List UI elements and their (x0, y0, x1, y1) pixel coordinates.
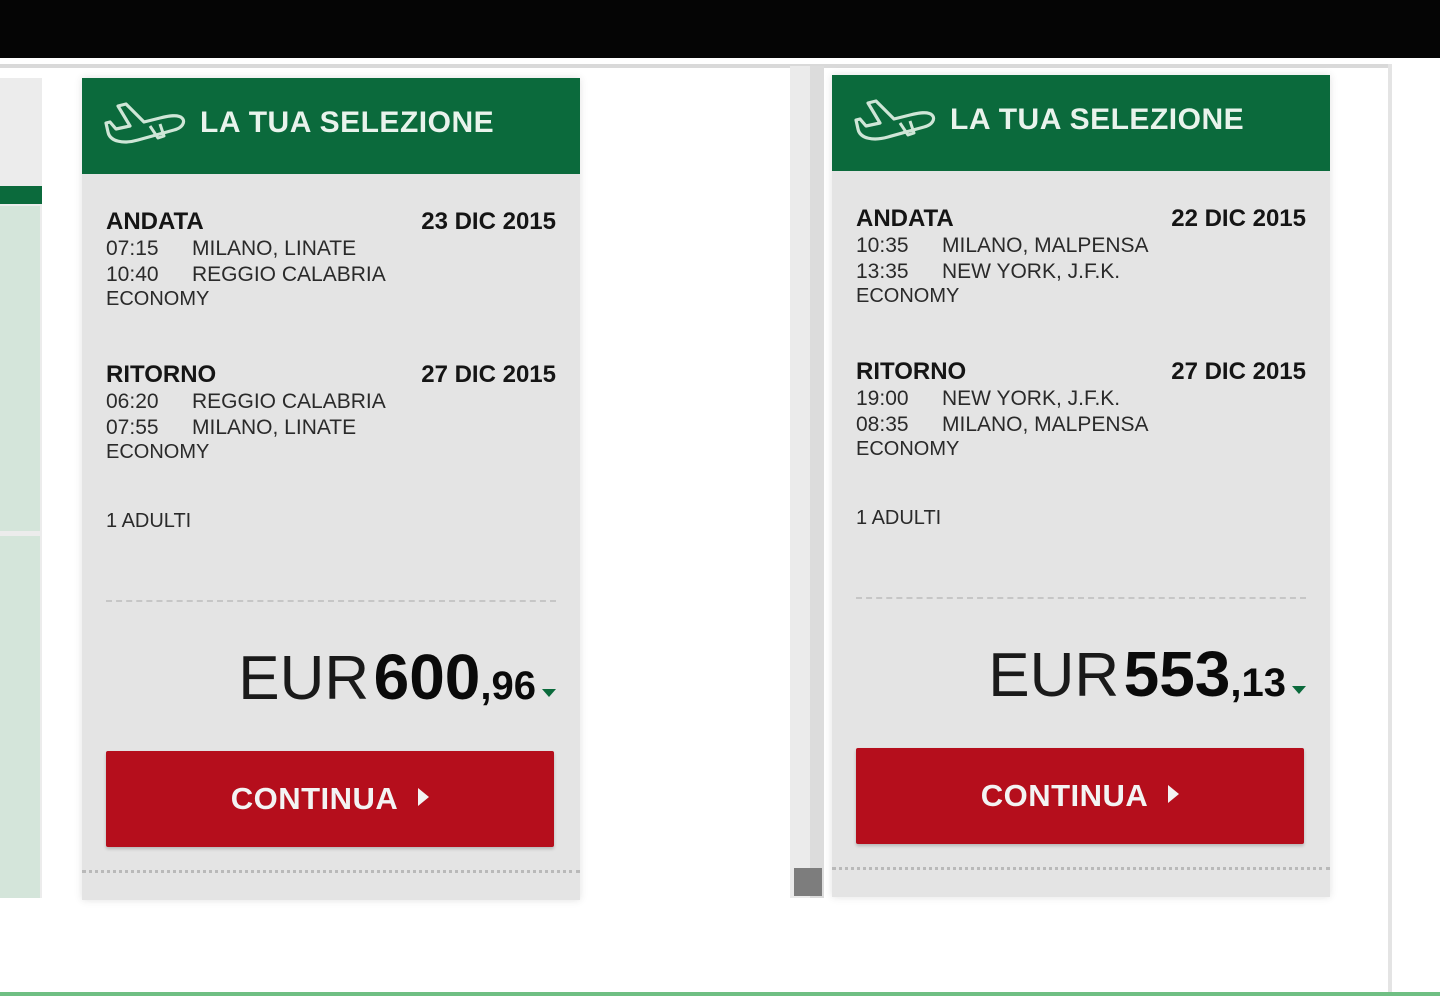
plane-icon (854, 99, 936, 141)
arrival-city: REGGIO CALABRIA (192, 263, 386, 286)
departure-time: 10:35 (856, 234, 909, 257)
total-price[interactable]: EUR 553,13 (988, 637, 1306, 711)
segment-date: 27 DIC 2015 (421, 361, 556, 388)
top-black-bar (0, 0, 1440, 58)
departure-time: 07:15 (106, 237, 159, 260)
continue-button[interactable]: CONTINUA (106, 751, 554, 847)
arrival-row: 08:35 MILANO, MALPENSA (856, 412, 1306, 438)
cabin-class: ECONOMY (856, 285, 960, 307)
left-panel-section (0, 206, 40, 531)
segment-date: 27 DIC 2015 (1171, 358, 1306, 385)
arrival-time: 08:35 (856, 413, 909, 436)
bottom-accent-line (0, 992, 1440, 996)
divider (832, 867, 1330, 870)
outbound-segment: ANDATA 23 DIC 2015 07:15 MILANO, LINATE … (106, 208, 556, 312)
divider (856, 597, 1306, 599)
continue-button-label: CONTINUA (230, 781, 399, 816)
return-segment: RITORNO 27 DIC 2015 06:20 REGGIO CALABRI… (106, 361, 556, 465)
divider (82, 870, 580, 873)
departure-row: 10:35 MILANO, MALPENSA (856, 233, 1306, 259)
cabin-class: ECONOMY (856, 438, 960, 460)
cabin-class: ECONOMY (106, 441, 210, 463)
price-currency: EUR (238, 644, 370, 713)
segment-label: RITORNO (856, 358, 967, 385)
price-decimal: ,96 (480, 664, 536, 708)
segment-date: 22 DIC 2015 (1171, 205, 1306, 232)
top-divider (0, 64, 1392, 68)
departure-row: 19:00 NEW YORK, J.F.K. (856, 386, 1306, 412)
departure-city: REGGIO CALABRIA (192, 390, 386, 413)
arrival-row: 07:55 MILANO, LINATE (106, 415, 556, 441)
right-divider (1388, 64, 1392, 994)
card-header: LA TUA SELEZIONE (82, 78, 580, 174)
selection-card: LA TUA SELEZIONE ANDATA 23 DIC 2015 07:1… (82, 78, 580, 900)
passenger-count: 1 ADULTI (856, 507, 942, 529)
departure-row: 07:15 MILANO, LINATE (106, 236, 556, 262)
arrow-right-icon (1168, 785, 1180, 803)
departure-time: 06:20 (106, 390, 159, 413)
selection-card: LA TUA SELEZIONE ANDATA 22 DIC 2015 10:3… (832, 75, 1330, 897)
arrival-row: 13:35 NEW YORK, J.F.K. (856, 259, 1306, 285)
arrival-time: 10:40 (106, 263, 159, 286)
continue-button[interactable]: CONTINUA (856, 748, 1304, 844)
left-panel-section (0, 536, 40, 898)
card-title: LA TUA SELEZIONE (950, 103, 1245, 136)
segment-label: ANDATA (106, 208, 204, 235)
arrival-time: 07:55 (106, 416, 159, 439)
price-currency: EUR (988, 641, 1120, 710)
segment-label: ANDATA (856, 205, 954, 232)
scroll-track[interactable] (790, 66, 824, 898)
chevron-down-icon[interactable] (542, 689, 556, 697)
left-panel-green-band (0, 186, 42, 204)
return-segment: RITORNO 27 DIC 2015 19:00 NEW YORK, J.F.… (856, 358, 1306, 462)
plane-icon (104, 102, 186, 144)
arrow-right-icon (418, 788, 430, 806)
passenger-count: 1 ADULTI (106, 510, 192, 532)
departure-city: MILANO, LINATE (192, 237, 357, 260)
departure-time: 19:00 (856, 387, 909, 410)
continue-button-label: CONTINUA (980, 778, 1149, 813)
segment-date: 23 DIC 2015 (421, 208, 556, 235)
card-title: LA TUA SELEZIONE (200, 106, 495, 139)
price-decimal: ,13 (1230, 661, 1286, 705)
left-cropped-panel (0, 78, 42, 898)
scrollbar-thumb[interactable] (794, 868, 822, 896)
card-header: LA TUA SELEZIONE (832, 75, 1330, 171)
departure-city: NEW YORK, J.F.K. (942, 387, 1121, 410)
departure-city: MILANO, MALPENSA (942, 234, 1149, 257)
arrival-city: NEW YORK, J.F.K. (942, 260, 1121, 283)
total-price[interactable]: EUR 600,96 (238, 640, 556, 714)
price-integer: 553 (1123, 638, 1231, 710)
arrival-time: 13:35 (856, 260, 909, 283)
cabin-class: ECONOMY (106, 288, 210, 310)
outbound-segment: ANDATA 22 DIC 2015 10:35 MILANO, MALPENS… (856, 205, 1306, 309)
price-integer: 600 (373, 641, 481, 713)
arrival-row: 10:40 REGGIO CALABRIA (106, 262, 556, 288)
divider (106, 600, 556, 602)
segment-label: RITORNO (106, 361, 217, 388)
arrival-city: MILANO, MALPENSA (942, 413, 1149, 436)
arrival-city: MILANO, LINATE (192, 416, 357, 439)
departure-row: 06:20 REGGIO CALABRIA (106, 389, 556, 415)
chevron-down-icon[interactable] (1292, 686, 1306, 694)
